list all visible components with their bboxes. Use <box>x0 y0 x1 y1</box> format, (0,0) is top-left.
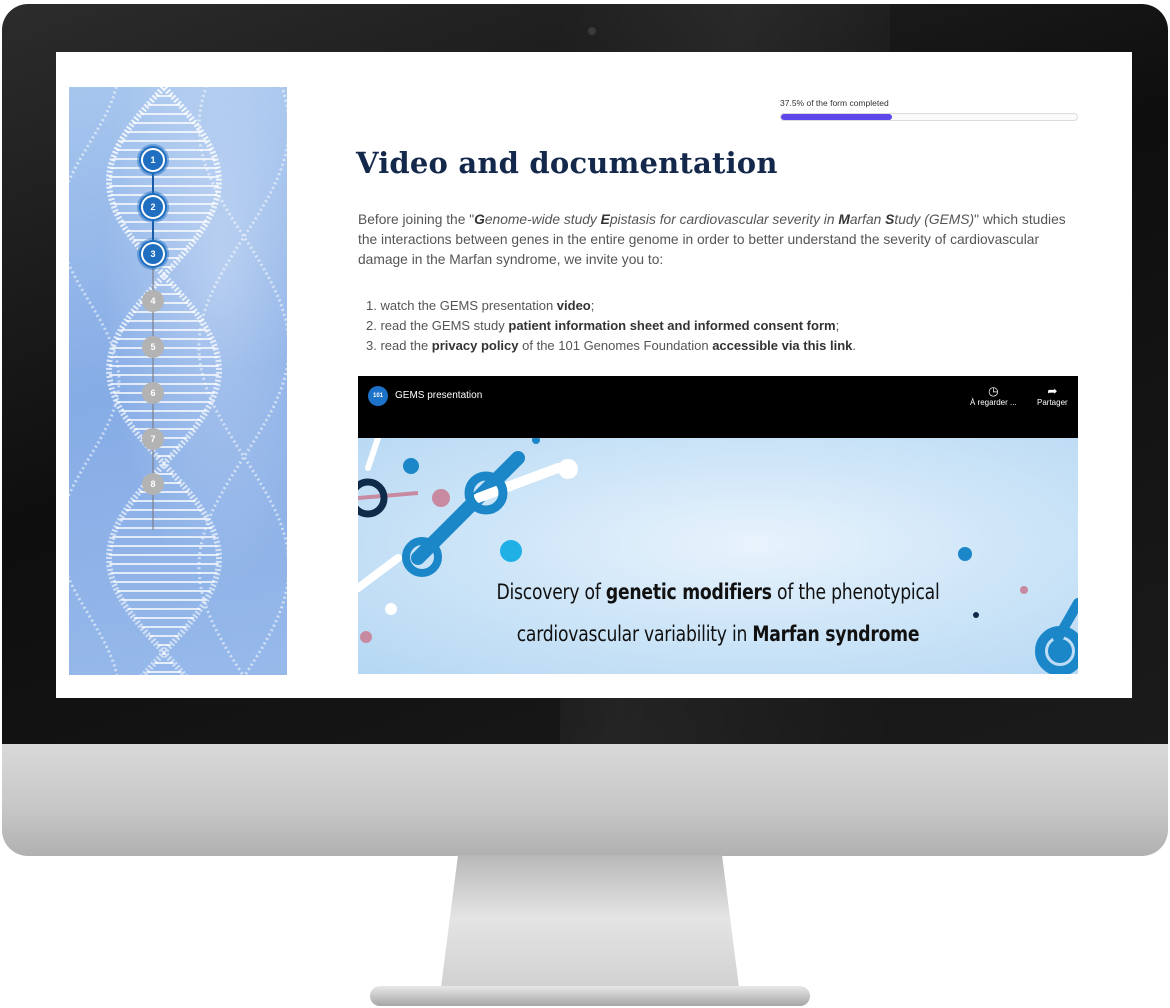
clock-icon: ◷ <box>988 384 999 398</box>
form-content: 37.5% of the form completed Video and do… <box>356 52 1086 698</box>
step-3-indicator[interactable]: 3 <box>141 242 165 266</box>
caption-emphasis: Marfan syndrome <box>752 622 920 646</box>
video-title[interactable]: GEMS presentation <box>395 390 482 401</box>
dna-strand <box>197 87 287 675</box>
intro-text-before: Before joining the " <box>358 212 475 227</box>
caption-text: cardiovascular variability in <box>516 622 753 646</box>
intro-m: M <box>838 212 850 227</box>
intro-pistasis: pistasis for cardiovascular severity in <box>609 212 839 227</box>
step-2-indicator[interactable]: 2 <box>141 195 165 219</box>
list-item-punct: ; <box>835 318 840 333</box>
dna-strand <box>106 87 223 675</box>
instructions-list: 1. watch the GEMS presentation video; 2.… <box>366 296 1066 356</box>
step-5-indicator[interactable]: 5 <box>142 336 164 358</box>
list-item: 3. read the privacy policy of the 101 Ge… <box>366 336 1066 356</box>
list-item-punct: . <box>852 338 857 353</box>
caption-text: Discovery of <box>496 580 606 604</box>
list-item-text: read the <box>380 338 432 353</box>
list-item-text: read the GEMS study <box>380 318 509 333</box>
consent-form-link[interactable]: patient information sheet and informed c… <box>508 318 835 333</box>
progress-bar <box>780 113 1078 121</box>
step-6-indicator[interactable]: 6 <box>142 382 164 404</box>
progress-label: 37.5% of the form completed <box>780 98 889 108</box>
share-arrow-icon: ➦ <box>1047 384 1058 398</box>
list-item: 1. watch the GEMS presentation video; <box>366 296 1066 316</box>
step-8-indicator[interactable]: 8 <box>142 473 164 495</box>
video-caption-line2: cardiovascular variability in Marfan syn… <box>423 622 1013 646</box>
video-link[interactable]: video <box>557 298 591 313</box>
monitor-stand-base <box>370 986 810 1006</box>
caption-text: of the phenotypical <box>771 580 940 604</box>
monitor-mockup: 1 2 3 4 5 6 7 8 37.5% of the form completed Vid… <box>0 0 1170 1008</box>
foundation-link[interactable]: accessible via this link <box>712 338 852 353</box>
dna-background-image <box>69 87 287 675</box>
watch-later-label: À regarder ... <box>970 398 1017 407</box>
intro-enome: enome-wide study <box>484 212 601 227</box>
share-button[interactable]: ➦ Partager <box>1037 384 1068 407</box>
step-7-indicator[interactable]: 7 <box>142 428 164 450</box>
list-item: 2. read the GEMS study patient informati… <box>366 316 1066 336</box>
video-header: 101 GEMS presentation ◷ À regarder ... ➦… <box>358 376 1078 438</box>
list-item-text: of the 101 Genomes Foundation <box>518 338 713 353</box>
dna-strand <box>105 87 222 675</box>
sidebar-stepper: 1 2 3 4 5 6 7 8 <box>69 87 287 675</box>
screen: 1 2 3 4 5 6 7 8 37.5% of the form completed Vid… <box>56 52 1132 698</box>
video-caption-line1: Discovery of genetic modifiers of the ph… <box>423 580 1013 604</box>
page-title: Video and documentation <box>356 146 778 180</box>
intro-g: G <box>474 212 485 227</box>
intro-arfan: arfan <box>849 212 886 227</box>
camera-icon <box>588 27 596 35</box>
video-player[interactable]: 101 GEMS presentation ◷ À regarder ... ➦… <box>358 376 1078 674</box>
list-item-number: 3. <box>366 338 377 353</box>
list-item-number: 2. <box>366 318 377 333</box>
privacy-policy-link[interactable]: privacy policy <box>432 338 519 353</box>
intro-e: E <box>600 212 610 227</box>
step-1-indicator[interactable]: 1 <box>141 148 165 172</box>
intro-s: S <box>885 212 895 227</box>
step-4-indicator[interactable]: 4 <box>142 290 164 312</box>
monitor-stand <box>440 855 740 995</box>
intro-tudy: tudy (GEMS) <box>894 212 975 227</box>
dna-strand <box>197 87 287 675</box>
list-item-punct: ; <box>590 298 595 313</box>
intro-paragraph: Before joining the "Genome-wide study Ep… <box>358 210 1074 270</box>
caption-emphasis: genetic modifiers <box>605 580 772 604</box>
channel-avatar[interactable]: 101 <box>368 386 388 406</box>
progress-bar-fill <box>781 114 892 120</box>
list-item-text: watch the GEMS presentation <box>380 298 557 313</box>
video-thumbnail[interactable]: Discovery of genetic modifiers of the ph… <box>358 438 1078 674</box>
list-item-number: 1. <box>366 298 377 313</box>
monitor-chin <box>2 744 1168 856</box>
watch-later-button[interactable]: ◷ À regarder ... <box>970 384 1017 407</box>
share-label: Partager <box>1037 398 1068 407</box>
